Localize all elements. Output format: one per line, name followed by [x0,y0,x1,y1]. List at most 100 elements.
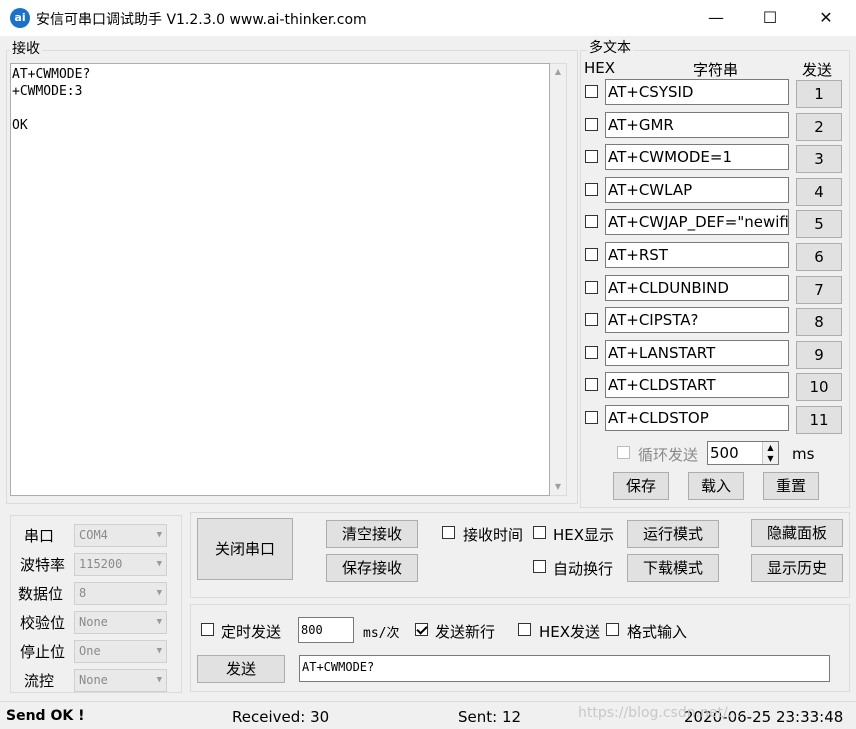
send-newline-checkbox[interactable] [415,623,428,636]
multi-send-button[interactable]: 5 [796,210,842,238]
scroll-up-icon[interactable]: ▲ [550,64,566,80]
multi-hex-checkbox[interactable] [585,85,598,98]
receive-time-checkbox[interactable] [442,526,455,539]
flow-select[interactable]: None ▼ [74,669,167,692]
chevron-down-icon: ▼ [156,559,162,569]
hex-display-label: HEX显示 [553,526,615,544]
multi-text-input[interactable]: AT+CIPSTA? [605,307,789,333]
multi-send-button[interactable]: 4 [796,178,842,206]
multi-send-button[interactable]: 9 [796,341,842,369]
multi-text-input[interactable]: AT+CWJAP_DEF="newifi_ [605,209,789,235]
run-mode-button[interactable]: 运行模式 [627,520,719,548]
multi-send-button[interactable]: 3 [796,145,842,173]
multi-save-button[interactable]: 保存 [613,472,669,500]
multi-send-button[interactable]: 1 [796,80,842,108]
multi-load-button[interactable]: 载入 [688,472,744,500]
port-select[interactable]: COM4 ▼ [74,524,167,547]
multi-hex-checkbox[interactable] [585,346,598,359]
multi-text-input[interactable]: AT+CSYSID [605,79,789,105]
port-value: COM4 [79,528,108,542]
hex-send-checkbox[interactable] [518,623,531,636]
auto-wrap-checkbox[interactable] [533,560,546,573]
clear-receive-button[interactable]: 清空接收 [326,520,418,548]
databits-label: 数据位 [18,585,64,603]
multi-hex-checkbox[interactable] [585,378,598,391]
multi-hex-checkbox[interactable] [585,281,598,294]
flow-label: 流控 [24,672,55,690]
databits-value: 8 [79,586,87,600]
timed-send-label: 定时发送 [221,623,282,641]
baud-label: 波特率 [20,556,66,574]
close-port-button[interactable]: 关闭串口 [197,518,293,580]
loop-interval-value: 500 [710,444,739,462]
stopbits-label: 停止位 [20,643,66,661]
hide-panel-button[interactable]: 隐藏面板 [751,519,843,547]
multi-hex-checkbox[interactable] [585,118,598,131]
multi-send-button[interactable]: 2 [796,113,842,141]
multi-send-button[interactable]: 10 [796,373,842,401]
send-button[interactable]: 发送 [197,655,285,683]
multi-text-group-label: 多文本 [587,40,633,56]
spin-buttons[interactable]: ▲ ▼ [762,442,778,464]
stopbits-value: One [79,644,101,658]
multi-text-input[interactable]: AT+CLDSTOP [605,405,789,431]
chevron-down-icon: ▼ [156,646,162,656]
chevron-down-icon: ▼ [156,675,162,685]
multi-hex-checkbox[interactable] [585,183,598,196]
multi-hex-checkbox[interactable] [585,313,598,326]
multi-hex-checkbox[interactable] [585,411,598,424]
multi-text-input[interactable]: AT+CWLAP [605,177,789,203]
title-bar: ai 安信可串口调试助手 V1.2.3.0 www.ai-thinker.com… [0,0,856,36]
received-count: Received: 30 [232,708,330,726]
multi-send-button[interactable]: 8 [796,308,842,336]
format-input-checkbox[interactable] [606,623,619,636]
multi-send-button[interactable]: 11 [796,406,842,434]
format-input-label: 格式输入 [627,623,688,641]
multi-text-input[interactable]: AT+GMR [605,112,789,138]
send-input[interactable]: AT+CWMODE? [299,655,830,682]
download-mode-button[interactable]: 下载模式 [627,554,719,582]
multi-text-input[interactable]: AT+RST [605,242,789,268]
close-window-button[interactable]: ✕ [798,0,854,36]
databits-select[interactable]: 8 ▼ [74,582,167,605]
chevron-down-icon: ▼ [156,530,162,540]
spin-up-icon[interactable]: ▲ [763,442,778,453]
auto-wrap-label: 自动换行 [553,560,614,578]
hex-send-label: HEX发送 [539,623,601,641]
baud-value: 115200 [79,557,123,571]
multi-hex-checkbox[interactable] [585,248,598,261]
status-message: Send OK ! [6,708,85,724]
multi-send-button[interactable]: 7 [796,276,842,304]
send-column-header: 发送 [802,61,833,79]
show-history-button[interactable]: 显示历史 [751,554,843,582]
scroll-down-icon[interactable]: ▼ [550,479,566,495]
multi-text-input[interactable]: AT+CLDUNBIND [605,275,789,301]
multi-text-input[interactable]: AT+CLDSTART [605,372,789,398]
loop-send-checkbox[interactable] [617,446,630,459]
receive-textarea[interactable]: AT+CWMODE? +CWMODE:3 OK [10,63,550,496]
multi-text-input[interactable]: AT+LANSTART [605,340,789,366]
parity-label: 校验位 [20,614,66,632]
loop-send-label: 循环发送 [638,446,699,464]
multi-reset-button[interactable]: 重置 [763,472,819,500]
maximize-button[interactable]: ☐ [742,0,798,36]
parity-select[interactable]: None ▼ [74,611,167,634]
port-label: 串口 [24,527,55,545]
spin-down-icon[interactable]: ▼ [763,453,778,464]
save-receive-button[interactable]: 保存接收 [326,554,418,582]
timed-interval-input[interactable]: 800 [298,617,354,643]
multi-hex-checkbox[interactable] [585,215,598,228]
multi-hex-checkbox[interactable] [585,150,598,163]
multi-text-input[interactable]: AT+CWMODE=1 [605,144,789,170]
hex-display-checkbox[interactable] [533,526,546,539]
receive-group-label: 接收 [10,41,42,57]
baud-select[interactable]: 115200 ▼ [74,553,167,576]
receive-scrollbar[interactable]: ▲ ▼ [550,63,567,496]
multi-send-button[interactable]: 6 [796,243,842,271]
stopbits-select[interactable]: One ▼ [74,640,167,663]
receive-time-label: 接收时间 [463,526,524,544]
minimize-button[interactable]: — [688,0,744,36]
timed-send-checkbox[interactable] [201,623,214,636]
chevron-down-icon: ▼ [156,617,162,627]
watermark-text: https://blog.csdn.net/... [578,705,742,721]
